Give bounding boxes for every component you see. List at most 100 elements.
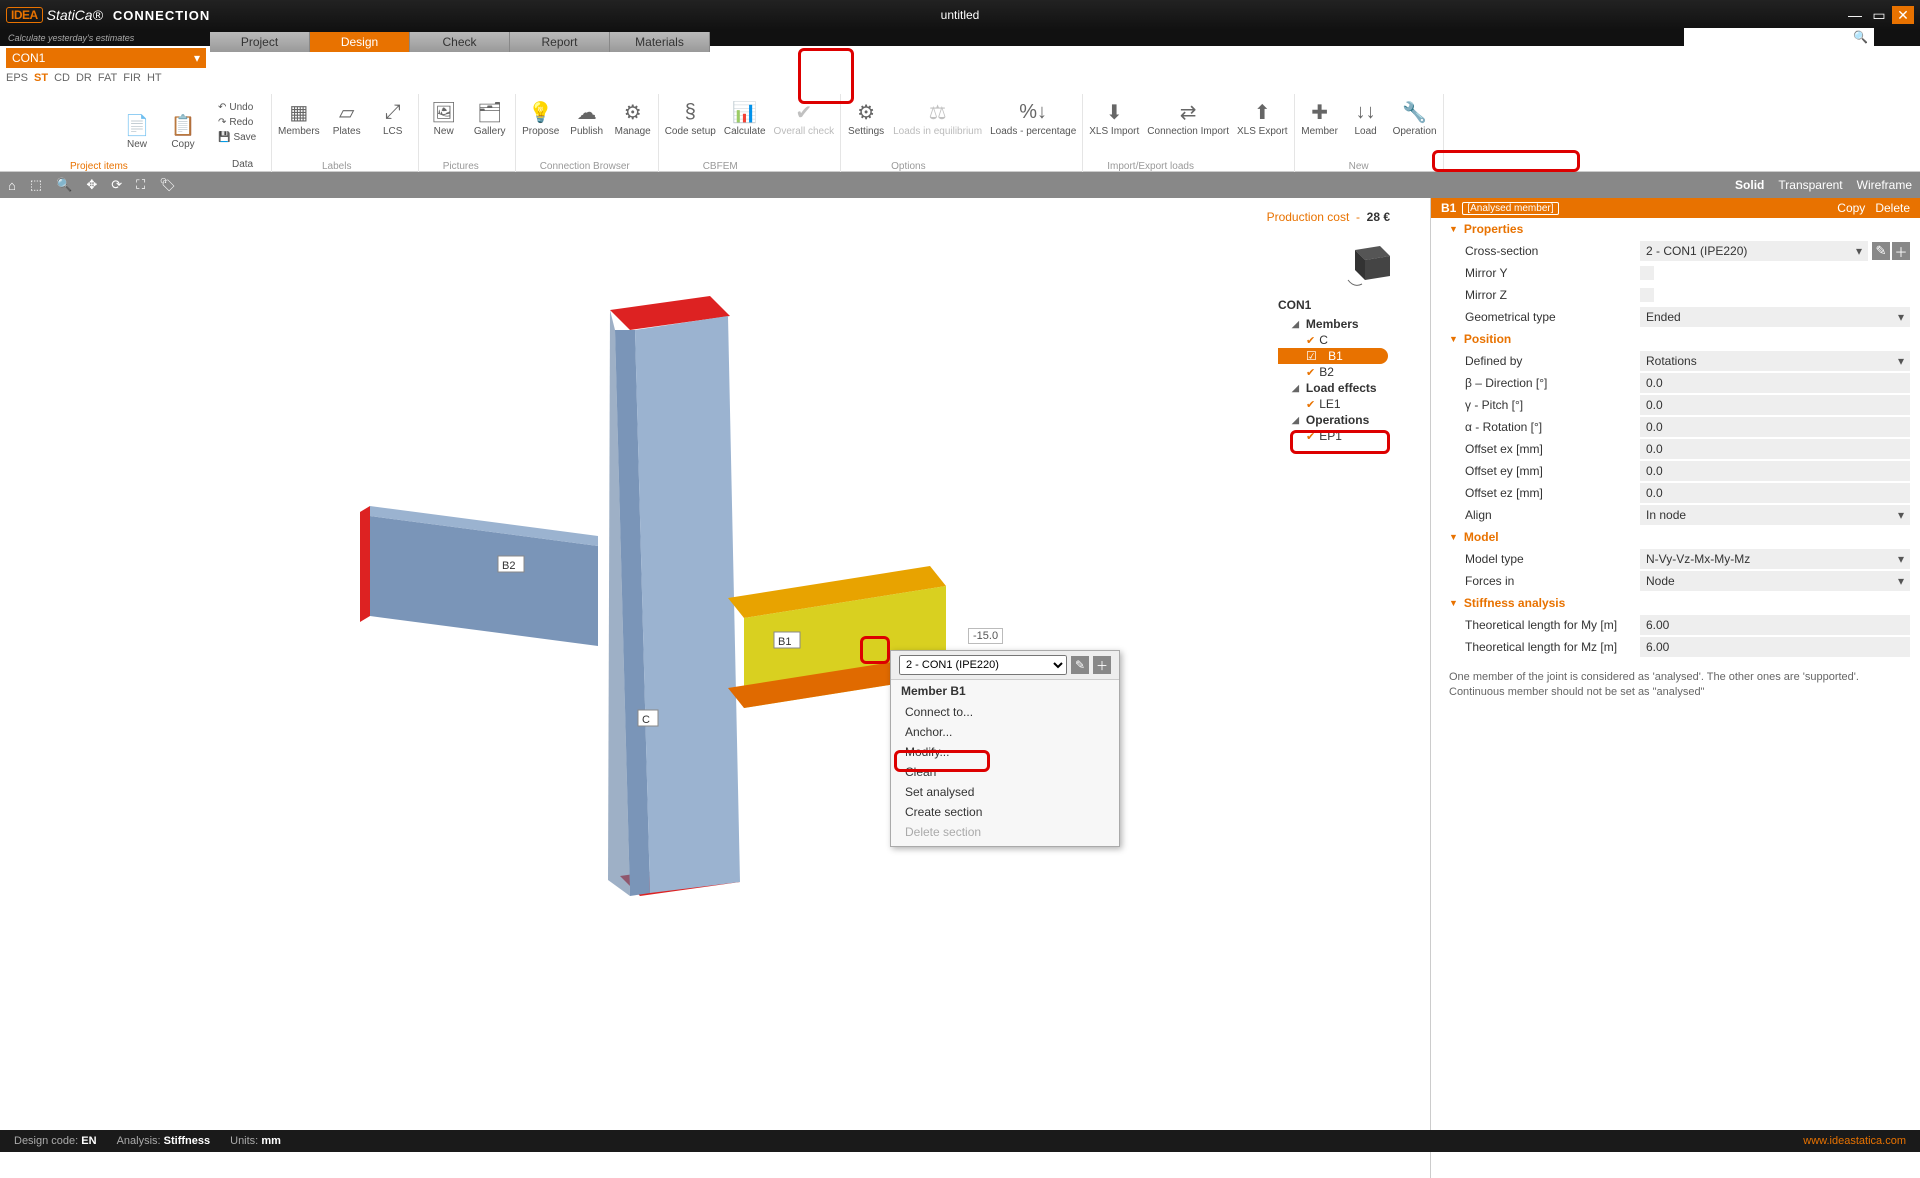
ctx-modify[interactable]: Modify... [891,742,1119,762]
redo-button[interactable]: ↷ Redo [214,115,257,130]
plates-button[interactable]: ▱Plates [328,98,366,137]
refresh-icon[interactable]: ⟳ [111,177,122,193]
titlebar: IDEA StatiCa® CONNECTION untitled — ▭ ✕ [0,0,1920,30]
save-button[interactable]: 💾 Save [214,130,260,145]
tree-operations[interactable]: ◢Operations [1278,412,1388,428]
ctx-anchor[interactable]: Anchor... [891,722,1119,742]
tag-icon[interactable]: 🏷 [159,177,176,193]
gallery-button[interactable]: 🗂Gallery [471,98,509,137]
tab-report[interactable]: Report [510,32,610,52]
group-connection-browser: Connection Browser [540,161,630,172]
eps-label[interactable]: EPS [6,72,28,84]
tree-members[interactable]: ◢Members [1278,316,1388,332]
home-icon[interactable]: ⌂ [8,178,16,193]
new-picture-button[interactable]: 🖼New [425,98,463,137]
theoretical-ly-input[interactable]: 6.00 [1640,615,1910,635]
code-setup-button[interactable]: §Code setup [665,98,716,137]
tab-materials[interactable]: Materials [610,32,710,52]
cd-label[interactable]: CD [54,72,70,84]
connection-import-button[interactable]: ⇄Connection Import [1147,98,1229,137]
gamma-input[interactable]: 0.0 [1640,395,1910,415]
cross-section-select[interactable]: 2 - CON1 (IPE220) [1640,241,1868,261]
expand-icon[interactable]: ⛶ [136,177,145,193]
view-wireframe[interactable]: Wireframe [1857,178,1912,192]
ctx-connect-to[interactable]: Connect to... [891,702,1119,722]
propose-button[interactable]: 💡Propose [522,98,560,137]
dr-label[interactable]: DR [76,72,92,84]
lcs-button[interactable]: ⤢LCS [374,98,412,137]
tree-member-c[interactable]: ✔C [1278,332,1388,348]
mirror-y-checkbox[interactable] [1640,266,1654,280]
column-c-label: C [642,714,650,726]
maximize-button[interactable]: ▭ [1868,6,1890,24]
publish-button[interactable]: ☁Publish [568,98,606,137]
add-cs-button[interactable]: ＋ [1892,242,1910,260]
section-model[interactable]: Model [1431,526,1920,548]
search-input[interactable] [1684,28,1874,46]
edit-cs-button[interactable]: ✎ [1872,242,1890,260]
fir-label[interactable]: FIR [123,72,141,84]
section-stiffness[interactable]: Stiffness analysis [1431,592,1920,614]
tree-le1[interactable]: ✔LE1 [1278,396,1388,412]
minimize-button[interactable]: — [1844,6,1866,24]
xls-import-button[interactable]: ⬇XLS Import [1089,98,1139,137]
manage-button[interactable]: ⚙Manage [614,98,652,137]
alpha-input[interactable]: 0.0 [1640,417,1910,437]
move-icon[interactable]: ✥ [86,177,97,193]
ctx-set-analysed[interactable]: Set analysed [891,782,1119,802]
units-value: mm [261,1135,281,1147]
offset-ex-input[interactable]: 0.0 [1640,439,1910,459]
model-type-select[interactable]: N-Vy-Vz-Mx-My-Mz [1640,549,1910,569]
copy-member-button[interactable]: Copy [1837,201,1865,215]
tab-design[interactable]: Design [310,32,410,52]
section-position[interactable]: Position [1431,328,1920,350]
select-icon[interactable]: ⬚ [30,177,42,193]
st-label[interactable]: ST [34,72,48,84]
fat-label[interactable]: FAT [98,72,117,84]
undo-button[interactable]: ↶ Undo [214,100,257,115]
loads-percentage-button[interactable]: %↓Loads - percentage [990,98,1076,137]
mirror-z-checkbox[interactable] [1640,288,1654,302]
copy-button[interactable]: 📋Copy [164,111,202,150]
project-name-dropdown[interactable]: CON1 ▾ [6,48,206,68]
new-member-button[interactable]: ✚Member [1301,98,1339,137]
new-button[interactable]: 📄New [118,111,156,150]
new-load-button[interactable]: ↓↓Load [1347,98,1385,137]
members-button[interactable]: ▦Members [278,98,320,137]
settings-button[interactable]: ⚙Settings [847,98,885,137]
tree-member-b2[interactable]: ✔B2 [1278,364,1388,380]
ctx-clean[interactable]: Clean [891,762,1119,782]
section-properties[interactable]: Properties [1431,218,1920,240]
tab-check[interactable]: Check [410,32,510,52]
offset-ez-input[interactable]: 0.0 [1640,483,1910,503]
geometrical-type-select[interactable]: Ended [1640,307,1910,327]
3d-viewport[interactable]: Production cost - 28 € [0,198,1430,1178]
close-button[interactable]: ✕ [1892,6,1914,24]
forces-in-select[interactable]: Node [1640,571,1910,591]
view-transparent[interactable]: Transparent [1778,178,1842,192]
tree-member-b1[interactable]: ☑ B1 [1278,348,1388,364]
view-cube[interactable] [1340,238,1400,288]
tree-root[interactable]: CON1 [1278,298,1388,312]
add-cs-icon[interactable]: ＋ [1093,656,1111,674]
new-operation-button[interactable]: 🔧Operation [1393,98,1437,137]
calculate-button[interactable]: 📊Calculate [724,98,766,137]
website-link[interactable]: www.ideastatica.com [1803,1135,1906,1147]
beta-input[interactable]: 0.0 [1640,373,1910,393]
tree-ep1[interactable]: ✔EP1 [1278,428,1388,444]
align-select[interactable]: In node [1640,505,1910,525]
defined-by-select[interactable]: Rotations [1640,351,1910,371]
edit-cs-icon[interactable]: ✎ [1071,656,1089,674]
delete-member-button[interactable]: Delete [1875,201,1910,215]
offset-ey-input[interactable]: 0.0 [1640,461,1910,481]
xls-export-button[interactable]: ⬆XLS Export [1237,98,1288,137]
zoom-icon[interactable]: 🔍 [56,177,72,193]
tab-project[interactable]: Project [210,32,310,52]
tree-load-effects[interactable]: ◢Load effects [1278,380,1388,396]
view-solid[interactable]: Solid [1735,178,1764,192]
ht-label[interactable]: HT [147,72,162,84]
theoretical-lz-input[interactable]: 6.00 [1640,637,1910,657]
ctx-create-section[interactable]: Create section [891,802,1119,822]
context-cross-section-select[interactable]: 2 - CON1 (IPE220) [899,655,1067,675]
properties-header: B1 [Analysed member] Copy Delete [1431,198,1920,218]
